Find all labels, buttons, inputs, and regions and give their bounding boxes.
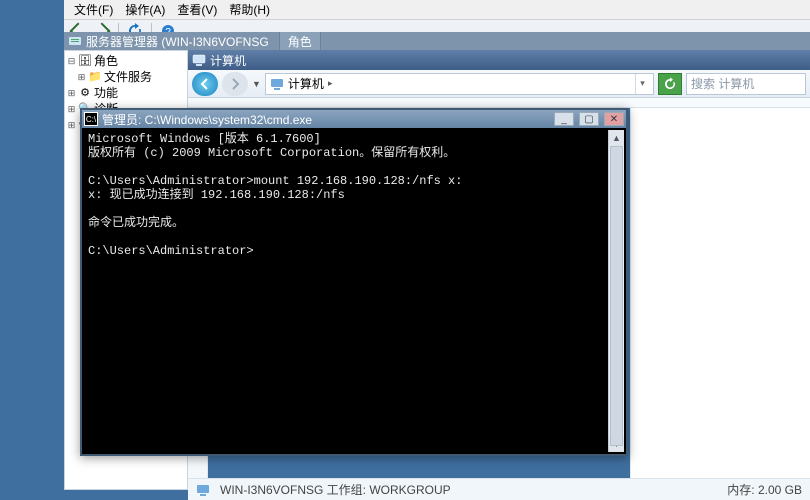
server-mgr-icon xyxy=(68,34,82,48)
menu-bar: 文件(F) 操作(A) 查看(V) 帮助(H) xyxy=(64,0,810,20)
cmd-line: Microsoft Windows [版本 6.1.7600] xyxy=(88,132,321,146)
tree-label: 功能 xyxy=(94,86,118,100)
search-input[interactable]: 搜索 计算机 xyxy=(686,73,806,95)
status-right-text: 内存: 2.00 GB xyxy=(727,481,802,498)
menu-file[interactable]: 文件(F) xyxy=(70,0,117,19)
explorer-content-pane[interactable] xyxy=(630,108,810,478)
cmd-title-text: 管理员: C:\Windows\system32\cmd.exe xyxy=(102,111,549,128)
nav-forward-button[interactable] xyxy=(222,72,248,96)
explorer-status-bar: WIN-I3N6VOFNSG 工作组: WORKGROUP 内存: 2.00 G… xyxy=(188,478,810,500)
cmd-scrollbar[interactable]: ▲ ▼ xyxy=(608,130,624,452)
scroll-up-button[interactable]: ▲ xyxy=(609,130,624,146)
roles-icon: 🗄 xyxy=(78,55,92,67)
expander-icon[interactable]: ⊞ xyxy=(77,73,86,82)
search-placeholder: 搜索 计算机 xyxy=(691,75,754,92)
minimize-button[interactable]: _ xyxy=(554,112,574,126)
breadcrumb[interactable]: 计算机 xyxy=(288,75,324,92)
cmd-icon: C:\ xyxy=(84,112,98,126)
cmd-titlebar[interactable]: C:\ 管理员: C:\Windows\system32\cmd.exe _ ▢… xyxy=(82,110,626,128)
explorer-titlebar[interactable]: 计算机 xyxy=(188,50,810,70)
server-mgr-tab-roles[interactable]: 角色 xyxy=(279,32,321,50)
expander-icon[interactable]: ⊞ xyxy=(67,121,76,130)
maximize-button[interactable]: ▢ xyxy=(579,112,599,126)
cmd-line: 版权所有 (c) 2009 Microsoft Corporation。保留所有… xyxy=(88,146,455,160)
computer-icon xyxy=(192,53,206,67)
cmd-line: C:\Users\Administrator> xyxy=(88,244,254,258)
menu-action[interactable]: 操作(A) xyxy=(121,0,169,19)
address-dropdown-icon[interactable]: ▾ xyxy=(635,74,649,94)
explorer-title-text: 计算机 xyxy=(210,52,246,69)
desktop-gutter xyxy=(0,0,64,500)
refresh-icon xyxy=(663,77,677,91)
scroll-track[interactable] xyxy=(609,146,624,436)
cmd-line: x: 现已成功连接到 192.168.190.128:/nfs xyxy=(88,188,345,202)
menu-view[interactable]: 查看(V) xyxy=(173,0,221,19)
close-button[interactable]: ✕ xyxy=(604,112,624,126)
tree-node-features[interactable]: ⊞ ⚙ 功能 xyxy=(67,86,185,102)
fileservices-icon: 📁 xyxy=(88,71,102,83)
go-refresh-button[interactable] xyxy=(658,73,682,95)
cmd-line: 命令已成功完成。 xyxy=(88,216,184,230)
expander-icon[interactable]: ⊟ xyxy=(67,57,76,66)
tree-node-fileservices[interactable]: ⊞ 📁 文件服务 xyxy=(67,70,185,86)
status-left-text: WIN-I3N6VOFNSG 工作组: WORKGROUP xyxy=(220,481,451,498)
nav-history-dropdown[interactable]: ▼ xyxy=(252,79,261,89)
nav-back-button[interactable] xyxy=(192,72,218,96)
arrow-left-icon xyxy=(199,78,211,90)
explorer-command-bar xyxy=(188,98,810,108)
computer-icon xyxy=(196,483,210,497)
menu-help[interactable]: 帮助(H) xyxy=(225,0,274,19)
tree-label: 文件服务 xyxy=(104,70,152,84)
tree-node-roles[interactable]: ⊟ 🗄 角色 xyxy=(67,54,185,70)
cmd-window[interactable]: C:\ 管理员: C:\Windows\system32\cmd.exe _ ▢… xyxy=(80,108,628,456)
address-bar[interactable]: 计算机 ▸ ▾ xyxy=(265,73,654,95)
explorer-toolbar: ▼ 计算机 ▸ ▾ 搜索 计算机 xyxy=(188,70,810,98)
expander-icon[interactable]: ⊞ xyxy=(67,105,76,114)
arrow-right-icon xyxy=(229,78,241,90)
tree-label: 角色 xyxy=(94,54,118,68)
scroll-thumb[interactable] xyxy=(610,146,623,446)
features-icon: ⚙ xyxy=(78,87,92,99)
server-mgr-titlebar: 服务器管理器 (WIN-I3N6VOFNSG 角色 xyxy=(64,32,810,50)
cmd-output[interactable]: Microsoft Windows [版本 6.1.7600] 版权所有 (c)… xyxy=(84,130,608,452)
breadcrumb-chevron-icon[interactable]: ▸ xyxy=(328,78,333,89)
computer-icon xyxy=(270,77,284,91)
expander-icon[interactable]: ⊞ xyxy=(67,89,76,98)
cmd-line: C:\Users\Administrator>mount 192.168.190… xyxy=(88,174,462,188)
server-mgr-title-text: 服务器管理器 (WIN-I3N6VOFNSG xyxy=(86,33,269,50)
